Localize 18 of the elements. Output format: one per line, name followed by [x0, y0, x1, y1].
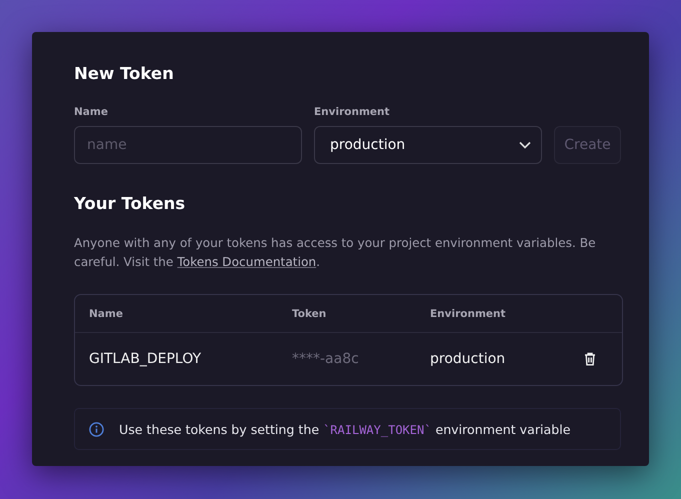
column-header: Environment: [430, 308, 507, 320]
info-icon: [89, 422, 104, 436]
field-label: Name: [74, 106, 108, 118]
trash-icon[interactable]: [584, 352, 596, 366]
field-label: Environment: [314, 106, 390, 118]
table-cell-text: production: [430, 351, 506, 367]
column-header: Name: [89, 308, 124, 320]
section-title: Your Tokens: [74, 194, 186, 214]
documentation-link[interactable]: Tokens Documentation: [177, 255, 316, 269]
column-header: Token: [292, 308, 328, 320]
name-field[interactable]: name: [74, 126, 302, 164]
info-text: Use these tokens by setting the `RAILWAY_TOKEN` environment variable: [119, 422, 570, 436]
section-title: New Token: [74, 64, 174, 84]
table-cell-text: GITLAB_DEPLOY: [89, 351, 202, 367]
chevron-down-icon: [519, 141, 531, 149]
description-text: Anyone with any of your tokens has access to your project environment variables. Be careful. Visit the Tokens Documentation.: [74, 235, 597, 271]
environment-dropdown[interactable]: production: [314, 126, 542, 164]
table-cell-text: ****-aa8c: [292, 351, 360, 367]
